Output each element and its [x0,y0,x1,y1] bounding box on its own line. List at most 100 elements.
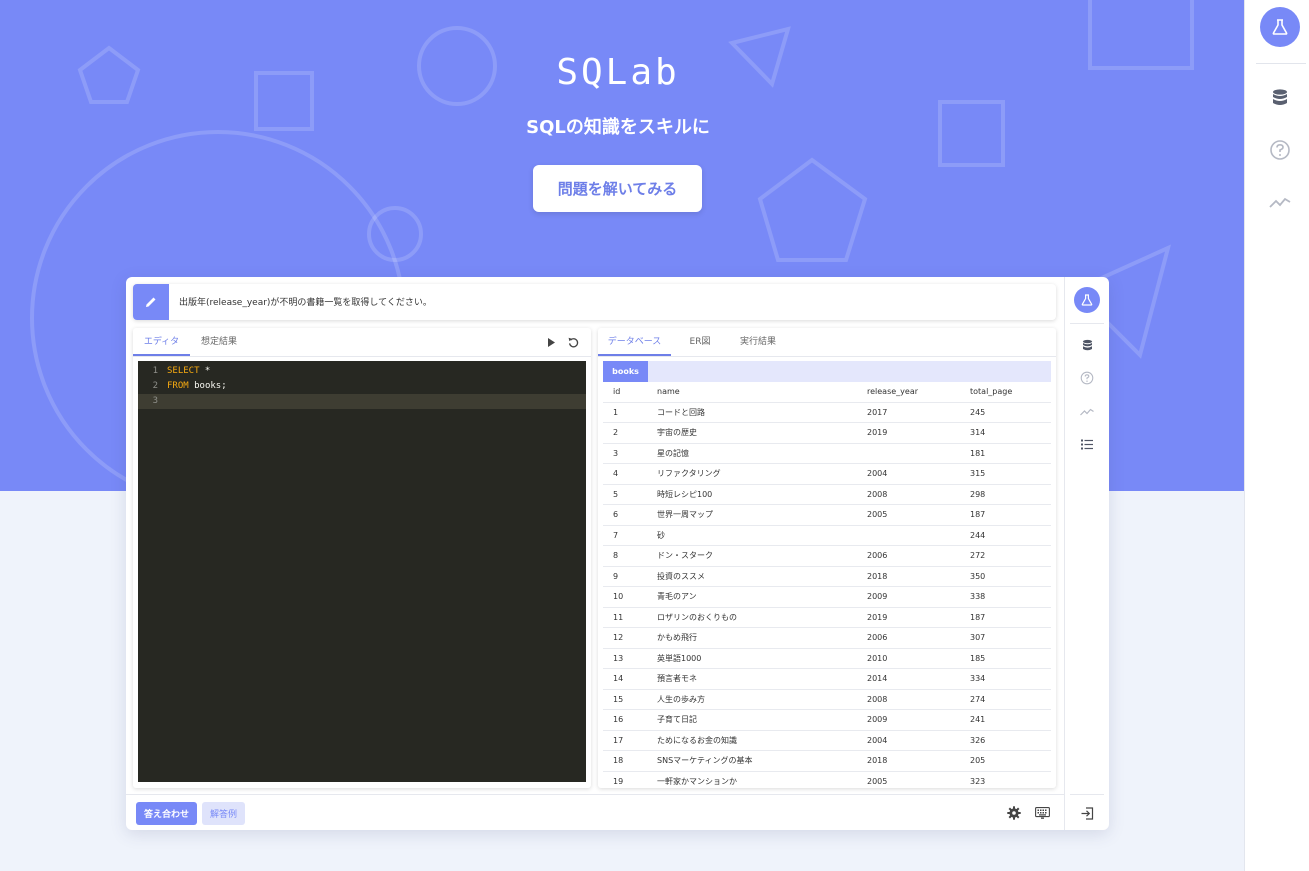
table-cell: 12 [613,633,624,642]
editor-tabs: エディタ 想定結果 [133,328,591,356]
table-cell: 15 [613,694,624,704]
table-cell: 2017 [867,407,888,417]
table-cell: 4 [613,469,619,478]
table-cell: 274 [970,694,986,704]
sidebar-divider [1070,794,1104,795]
table-row: 16 子育て日記 2009 241 [603,710,1051,731]
flask-icon[interactable] [1260,7,1300,47]
table-cell: 205 [970,756,986,765]
app-logo: SQLab [556,52,680,93]
reset-icon[interactable] [567,336,579,348]
table-cell: かもめ飛行 [657,633,697,642]
help-icon[interactable] [1079,370,1095,386]
table-cell: 人生の歩み方 [657,694,705,704]
flask-icon[interactable] [1074,287,1100,313]
logout-icon[interactable] [1079,805,1095,821]
tab-editor[interactable]: エディタ [133,328,190,356]
table-cell: 241 [970,715,986,724]
table-cell: 334 [970,674,986,683]
table-cell: 272 [970,551,986,560]
sample-answer-button[interactable]: 解答例 [202,802,245,825]
table-cell: 宇宙の歴史 [657,428,697,437]
database-panel: データベース ER図 実行結果 books id name release_ye… [598,328,1056,788]
table-cell: 2004 [867,735,888,745]
table-cell: 投資のススメ [657,571,705,581]
database-icon[interactable] [1079,337,1095,353]
run-icon[interactable] [545,336,557,348]
table-cell: ロザリンのおくりもの [657,612,737,622]
table-cell: 2006 [867,633,888,642]
table-cell: 7 [613,530,619,540]
table-cell: ためになるお金の知識 [657,735,737,745]
hero-tagline: SQLの知識をスキルに [526,117,710,138]
table-cell: 350 [970,571,986,581]
table-cell: 8 [613,551,619,560]
table-cell: 244 [970,530,986,540]
table-row: 4 リファクタリング 2004 315 [603,464,1051,485]
table-cell: 185 [970,653,986,663]
table-row: 2 宇宙の歴史 2019 314 [603,423,1051,444]
sql-keyword: FROM [167,381,189,391]
tab-database[interactable]: データベース [598,328,671,356]
tab-er-diagram[interactable]: ER図 [681,328,719,356]
table-cell: 2018 [867,756,888,765]
table-cell: 2009 [867,715,888,724]
right-sidebar [1244,0,1309,871]
table-row: 19 一軒家かマンションか 2005 323 [603,772,1051,789]
table-cell: 17 [613,735,624,745]
table-cell: 3 [613,448,619,458]
database-icon[interactable] [1268,86,1292,110]
sql-code-editor[interactable]: 1 SELECT * 2 FROM books; 3 [138,361,586,782]
table-cell: リファクタリング [657,469,721,478]
table-cell: 預言者モネ [657,674,697,683]
sql-keyword: SELECT [167,366,200,376]
table-cell: 2008 [867,489,888,499]
sql-text: books; [188,381,227,391]
table-cell: 2005 [867,510,888,519]
table-row: 1 コードと回路 2017 245 [603,403,1051,423]
table-cell: 6 [613,510,619,519]
chart-line-icon[interactable] [1268,190,1292,214]
keyboard-icon[interactable] [1034,805,1050,821]
table-cell: 一軒家かマンションか [657,776,737,786]
check-answer-button[interactable]: 答え合わせ [136,802,197,825]
table-cell: ドン・スターク [657,551,713,560]
table-cell: 13 [613,653,624,663]
code-line-active: 3 [138,394,586,409]
table-cell: 2004 [867,469,888,478]
table-cell: 245 [970,407,986,417]
table-cell: 2008 [867,694,888,704]
table-cell: 187 [970,612,986,622]
column-header: release_year [867,387,919,396]
sql-text: * [199,366,211,376]
gear-icon[interactable] [1006,805,1022,821]
table-cell: 2006 [867,551,888,560]
tab-expected-result[interactable]: 想定結果 [190,328,248,356]
table-cell: 19 [613,776,624,786]
tab-execution-result[interactable]: 実行結果 [731,328,785,356]
table-row: 10 青毛のアン 2009 338 [603,587,1051,608]
table-cell: 11 [613,612,624,622]
chart-line-icon[interactable] [1079,403,1095,419]
table-row: 3 星の記憶 181 [603,444,1051,464]
table-row: 13 英単語1000 2010 185 [603,649,1051,669]
table-cell: 2 [613,428,619,437]
table-cell: 砂 [657,530,665,540]
table-tab-books[interactable]: books [603,361,648,382]
table-row: 12 かもめ飛行 2006 307 [603,628,1051,649]
try-problem-button[interactable]: 問題を解いてみる [533,165,702,212]
list-icon[interactable] [1079,436,1095,452]
table-cell: 2018 [867,571,888,581]
workspace-sidebar [1064,277,1109,830]
editor-panel: エディタ 想定結果 1 SELECT * 2 FROM books; 3 [133,328,591,788]
table-cell: 314 [970,428,986,437]
table-cell: 307 [970,633,986,642]
table-row: 11 ロザリンのおくりもの 2019 187 [603,608,1051,628]
table-cell: 298 [970,489,986,499]
pencil-icon [133,284,169,320]
help-icon[interactable] [1268,138,1292,162]
table-header: id name release_year total_page [603,382,1051,403]
table-cell: 338 [970,592,986,601]
column-header: name [657,387,680,396]
database-tabs: データベース ER図 実行結果 [598,328,1056,356]
